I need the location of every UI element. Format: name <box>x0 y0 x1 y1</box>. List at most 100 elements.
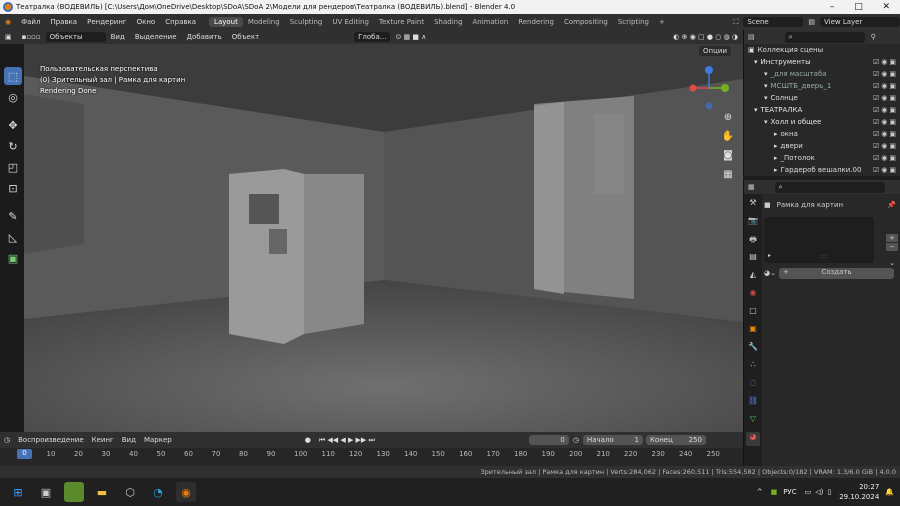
move-tool[interactable]: ✥ <box>4 116 22 134</box>
outliner-row[interactable]: ▾ ТЕАТРАЛКА ☑◉▣ <box>744 104 900 116</box>
start-frame-field[interactable]: Начало 1 <box>582 435 643 445</box>
tab-modeling[interactable]: Modeling <box>243 17 285 27</box>
keying-menu[interactable]: Кеинг <box>88 436 118 444</box>
slot-specials-icon[interactable]: ⌄ <box>886 259 898 267</box>
blender-taskbar-icon[interactable]: ◉ <box>176 482 196 502</box>
menu-object[interactable]: Объект <box>227 33 264 41</box>
view-layer-selector[interactable]: View Layer <box>820 17 900 27</box>
visibility-toggle-icons[interactable]: ☑◉▣ <box>873 166 898 174</box>
timeline-view-menu[interactable]: Вид <box>118 436 140 444</box>
tab-shading[interactable]: Shading <box>429 17 467 27</box>
blender-menu-icon[interactable]: ◉ <box>0 18 16 26</box>
particles-tab-icon[interactable]: ∴ <box>746 360 760 374</box>
object-tab-icon[interactable]: ▣ <box>746 324 760 338</box>
edge-browser-icon[interactable]: ◔ <box>148 482 168 502</box>
visibility-toggle-icons[interactable]: ☑◉▣ <box>873 118 898 126</box>
tab-uv-editing[interactable]: UV Editing <box>327 17 374 27</box>
remove-slot-button[interactable]: − <box>886 243 898 251</box>
expand-arrow-icon[interactable]: ▾ <box>764 70 768 78</box>
language-indicator[interactable]: РУС <box>783 488 796 496</box>
tab-rendering[interactable]: Rendering <box>513 17 559 27</box>
camera-icon[interactable]: ◙ <box>721 150 735 164</box>
world-tab-icon[interactable]: ◉ <box>746 288 760 302</box>
scene-tab-icon[interactable]: ◭ <box>746 270 760 284</box>
outliner-row[interactable]: ▸ окна ☑◉▣ <box>744 128 900 140</box>
close-button[interactable]: ✕ <box>883 2 891 12</box>
expand-icon[interactable]: ▸ <box>768 252 771 259</box>
current-frame-marker[interactable]: 0 <box>17 449 32 459</box>
visibility-toggle-icons[interactable]: ☑◉▣ <box>873 94 898 102</box>
minecraft-icon[interactable] <box>64 482 84 502</box>
expand-arrow-icon[interactable]: ▸ <box>774 154 778 162</box>
material-tab-icon[interactable]: ◕ <box>746 432 760 446</box>
resize-grip-icon[interactable]: :::: <box>819 253 827 260</box>
visibility-toggle-icons[interactable]: ☑◉▣ <box>873 106 898 114</box>
rotate-tool[interactable]: ↻ <box>4 137 22 155</box>
filter-icon[interactable]: ⚲ <box>871 33 876 41</box>
view-layer-tab-icon[interactable]: ▤ <box>746 252 760 266</box>
outliner-row[interactable]: ▸ _Потолок ☑◉▣ <box>744 152 900 164</box>
add-workspace-button[interactable]: + <box>654 17 670 27</box>
measure-tool[interactable]: ◺ <box>4 228 22 246</box>
tab-sculpting[interactable]: Sculpting <box>285 17 328 27</box>
material-slot-list[interactable]: ▸ :::: <box>764 217 874 263</box>
visibility-toggle-icons[interactable]: ☑◉▣ <box>873 142 898 150</box>
end-frame-field[interactable]: Конец 250 <box>645 435 706 445</box>
collection-tab-icon[interactable]: ▢ <box>746 306 760 320</box>
menu-select[interactable]: Выделение <box>130 33 182 41</box>
select-box-tool[interactable]: ⬚ <box>4 67 22 85</box>
zoom-icon[interactable]: ⊕ <box>721 112 735 126</box>
outliner-search[interactable]: ⌕ <box>784 31 865 43</box>
tab-layout[interactable]: Layout <box>209 17 243 27</box>
menu-view[interactable]: Вид <box>106 33 130 41</box>
modifier-tab-icon[interactable]: 🔧 <box>746 342 760 356</box>
outliner-row[interactable]: ▾ Инструменты ☑◉▣ <box>744 56 900 68</box>
scale-tool[interactable]: ◰ <box>4 158 22 176</box>
viewport-shading-icons[interactable]: ◐ ⊕ ◉ ▢ ● ○ ◍ ◑ <box>668 33 743 41</box>
tab-animation[interactable]: Animation <box>468 17 514 27</box>
expand-arrow-icon[interactable]: ▾ <box>764 94 768 102</box>
menu-help[interactable]: Справка <box>160 18 201 26</box>
file-explorer-icon[interactable]: ▬ <box>92 482 112 502</box>
data-tab-icon[interactable]: ▽ <box>746 414 760 428</box>
select-mode-icons[interactable]: ▪▫▫▫ <box>17 33 46 41</box>
outliner-row[interactable]: ▸ Гардероб вешалки.00 ☑◉▣ <box>744 164 900 176</box>
expand-arrow-icon[interactable]: ▾ <box>754 58 758 66</box>
menu-file[interactable]: Файл <box>16 18 45 26</box>
visibility-toggle-icons[interactable]: ☑◉▣ <box>873 130 898 138</box>
pan-hand-icon[interactable]: ✋ <box>721 131 735 145</box>
grid-icon[interactable]: ▦ <box>721 169 735 183</box>
visibility-toggle-icons[interactable]: ☑◉▣ <box>873 154 898 162</box>
menu-render[interactable]: Рендеринг <box>82 18 132 26</box>
outliner-row[interactable]: ▾ _для масштаба ☑◉▣ <box>744 68 900 80</box>
menu-window[interactable]: Окно <box>132 18 161 26</box>
transform-tool[interactable]: ⊡ <box>4 179 22 197</box>
add-cube-tool[interactable]: ▣ <box>4 249 22 267</box>
widgets-icon[interactable]: ▣ <box>36 482 56 502</box>
app-cube-icon[interactable]: ⬡ <box>120 482 140 502</box>
expand-arrow-icon[interactable]: ▾ <box>764 118 768 126</box>
clock[interactable]: 20:27 29.10.2024 <box>839 482 879 502</box>
snap-icon[interactable]: ⊙ ▦ ■ ∧ <box>390 33 431 41</box>
pin-icon[interactable]: 📌 <box>887 201 896 209</box>
outliner-row[interactable]: ▸ двери ☑◉▣ <box>744 140 900 152</box>
minimize-button[interactable]: – <box>830 2 835 12</box>
outliner-row[interactable]: ▾ МСШТБ_дверь_1 ☑◉▣ <box>744 80 900 92</box>
cursor-tool[interactable]: ◎ <box>4 88 22 106</box>
expand-arrow-icon[interactable]: ▾ <box>764 82 768 90</box>
maximize-button[interactable]: □ <box>854 2 863 12</box>
visibility-toggle-icons[interactable]: ☑◉▣ <box>873 82 898 90</box>
properties-editor-icon[interactable]: ▦ <box>748 183 755 191</box>
properties-search[interactable]: ⌕ <box>774 181 885 193</box>
3d-viewport[interactable]: ⬚ ◎ ✥ ↻ ◰ ⊡ ✎ ◺ ▣ Пользовательская персп… <box>0 44 743 432</box>
scene-collection-row[interactable]: ▣ Коллекция сцены <box>744 44 900 56</box>
new-material-button[interactable]: + Создать <box>778 267 894 279</box>
visibility-toggle-icons[interactable]: ☑◉▣ <box>873 58 898 66</box>
constraints-tab-icon[interactable]: ⛓ <box>746 396 760 410</box>
timeline-editor-icon[interactable]: ◷ <box>0 436 14 444</box>
tab-compositing[interactable]: Compositing <box>559 17 613 27</box>
annotate-tool[interactable]: ✎ <box>4 207 22 225</box>
scene-selector[interactable]: Scene <box>743 17 804 27</box>
render-tab-icon[interactable]: 📷 <box>746 216 760 230</box>
battery-icon[interactable]: ▯ <box>827 488 831 496</box>
